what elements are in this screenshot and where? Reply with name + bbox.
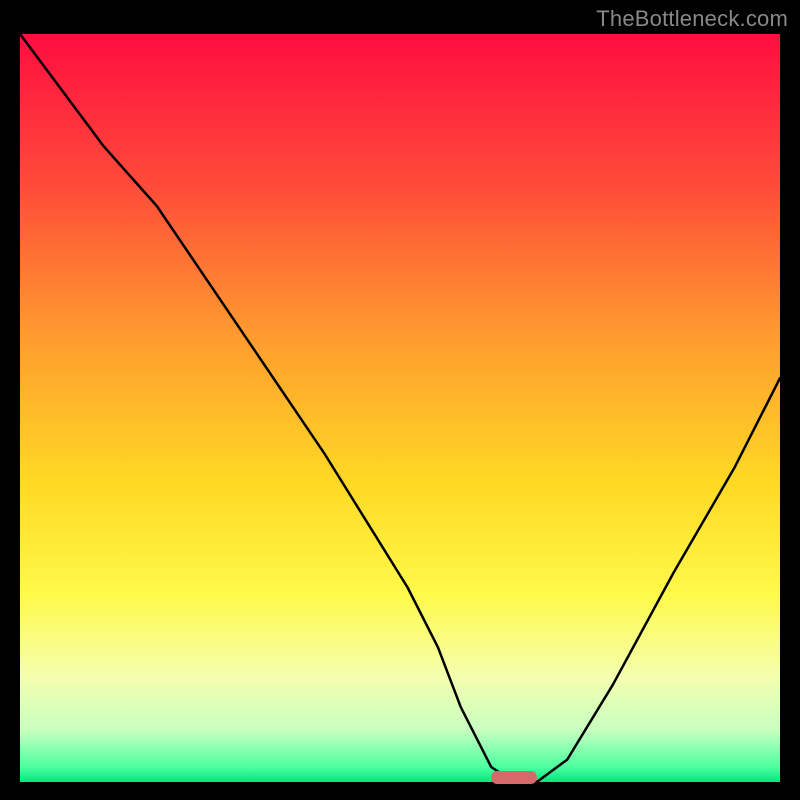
- optimal-range-marker: [491, 771, 537, 784]
- watermark-text: TheBottleneck.com: [596, 6, 788, 32]
- plot-background: [20, 34, 780, 782]
- bottleneck-chart: [0, 0, 800, 800]
- chart-container: TheBottleneck.com: [0, 0, 800, 800]
